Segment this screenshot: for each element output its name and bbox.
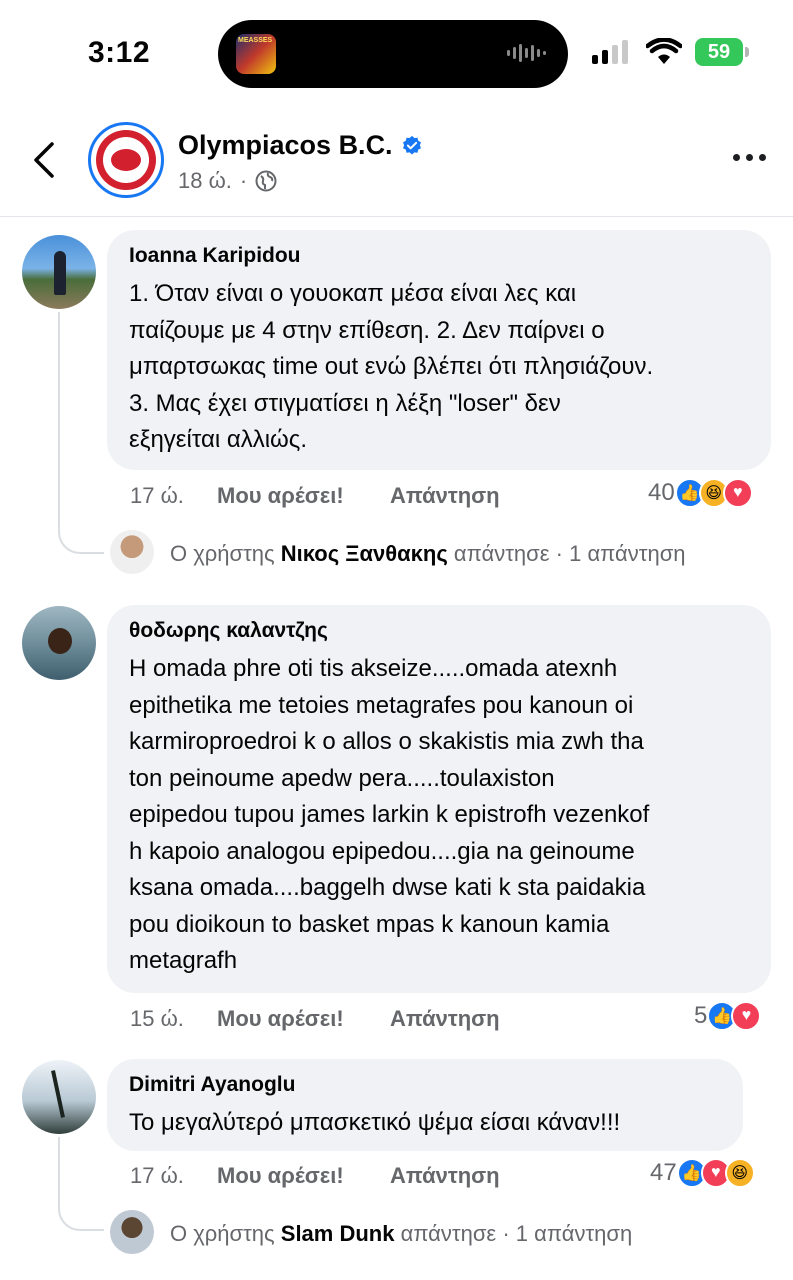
battery-tip	[745, 47, 749, 57]
meta-separator: ·	[239, 168, 248, 193]
battery-icon: 59	[695, 38, 743, 66]
comment-line: karmiroproedroi k o allos o skakistis mi…	[129, 728, 644, 755]
commenter-avatar[interactable]	[22, 235, 96, 309]
comment-author[interactable]: θοδωρης καλαντζης	[129, 619, 749, 643]
dot-icon	[759, 154, 766, 161]
replier-name: Slam Dunk	[280, 1221, 395, 1246]
comment-text: H omada phre oti tis akseize.....omada a…	[129, 651, 749, 980]
reply-verb: απάντησε	[453, 541, 550, 566]
dot-icon	[746, 154, 753, 161]
comment-line: παίζουμε με 4 στην επίθεση. 2. Δεν παίρν…	[129, 316, 605, 344]
comment-text: Το μεγαλύτερό μπασκετικό ψέμα είσαι κάνα…	[129, 1105, 721, 1142]
laughing-face-icon: 😆	[724, 1158, 755, 1188]
dynamic-island[interactable]: MEASSES	[218, 20, 568, 88]
thread-connector	[58, 1185, 104, 1231]
view-replies-link[interactable]: Ο χρήστης Νικος Ξανθακης απάντησε · 1 απ…	[170, 541, 686, 567]
comment-bubble[interactable]: Dimitri Ayanoglu Το μεγαλύτερό μπασκετικ…	[107, 1059, 743, 1151]
globe-icon	[255, 170, 277, 192]
comment-time: 15 ώ.	[130, 1006, 184, 1031]
comment-bubble[interactable]: θοδωρης καλαντζης H omada phre oti tis a…	[107, 605, 771, 993]
reactions-count: 5	[694, 1002, 708, 1029]
comment-line: pou dioikoun to basket mpas k kanoun kam…	[129, 910, 610, 938]
reply-count: 1 απάντηση	[515, 1221, 633, 1246]
view-replies-link[interactable]: Ο χρήστης Slam Dunk απάντησε · 1 απάντησ…	[170, 1221, 632, 1247]
replier-name: Νικος Ξανθακης	[280, 541, 448, 566]
commenter-avatar[interactable]	[22, 606, 96, 680]
comment-line: metagrafh	[129, 947, 238, 974]
club-logo-icon	[111, 149, 141, 171]
comment-line: h kapoio analogou epipedou....gia na gei…	[129, 837, 635, 865]
thread-connector	[58, 508, 104, 554]
reactions-count: 40	[648, 479, 675, 506]
page-name[interactable]: Olympiacos B.C.	[178, 130, 423, 161]
battery-level: 59	[707, 40, 731, 63]
comment-author[interactable]: Ioanna Karipidou	[129, 244, 749, 268]
reply-separator: ·	[555, 541, 563, 566]
thread-line	[58, 312, 60, 510]
page-name-text: Olympiacos B.C.	[178, 130, 393, 160]
reply-prefix: Ο χρήστης	[170, 541, 275, 566]
comment-line: 3. Μας έχει στιγματίσει η λέξη "loser" δ…	[129, 389, 561, 417]
person-silhouette	[54, 251, 66, 295]
reactions-summary[interactable]: 47 👍 ♥ 😆	[650, 1158, 755, 1188]
post-time: 18 ώ.	[178, 168, 232, 193]
comment-line: Το μεγαλύτερό μπασκετικό ψέμα είσαι κάνα…	[129, 1109, 621, 1136]
reply-count: 1 απάντηση	[569, 541, 686, 566]
heart-icon: ♥	[731, 1001, 762, 1031]
reactions-count: 47	[650, 1159, 677, 1186]
comment-line: H omada phre oti tis akseize.....omada a…	[129, 655, 618, 682]
audio-waveform-icon	[507, 44, 546, 62]
reply-verb: απάντησε	[400, 1221, 497, 1246]
comment-bubble[interactable]: Ioanna Karipidou 1. Όταν είναι ο γουοκαπ…	[107, 230, 771, 470]
reactions-summary[interactable]: 5 👍 ♥	[694, 1001, 762, 1031]
comment-time: 17 ώ.	[130, 483, 184, 508]
back-button[interactable]	[30, 140, 60, 185]
page-avatar[interactable]	[88, 122, 164, 198]
like-button[interactable]: Μου αρέσει!	[217, 1006, 344, 1032]
reply-button[interactable]: Απάντηση	[390, 1006, 500, 1032]
cellular-signal-icon	[592, 40, 628, 64]
heart-icon: ♥	[722, 478, 753, 508]
header-divider	[0, 216, 793, 217]
artwork-text: MEASSES	[238, 37, 273, 44]
comment-line: μπαρτσωκας time out ενώ βλέπει ότι πλησι…	[129, 353, 654, 380]
comment-line: epithetika me tetoies metagrafes pou kan…	[129, 691, 634, 719]
thread-line	[58, 1137, 60, 1187]
reply-button[interactable]: Απάντηση	[390, 483, 500, 509]
like-button[interactable]: Μου αρέσει!	[217, 1163, 344, 1189]
wifi-icon	[645, 37, 683, 71]
comment-author[interactable]: Dimitri Ayanoglu	[129, 1073, 721, 1097]
reply-separator: ·	[502, 1221, 510, 1246]
more-options-button[interactable]	[733, 154, 766, 161]
now-playing-artwork: MEASSES	[236, 34, 276, 74]
like-button[interactable]: Μου αρέσει!	[217, 483, 344, 509]
comment-time: 17 ώ.	[130, 1163, 184, 1188]
comment-line: ton peinoume apedw pera.....toulaxiston	[129, 764, 555, 792]
commenter-avatar[interactable]	[22, 1060, 96, 1134]
comment-line: ksana omada....baggelh dwse kati k sta p…	[129, 874, 646, 901]
post-meta: 18 ώ. ·	[178, 168, 277, 194]
chevron-left-icon	[34, 142, 54, 178]
palm-tree-silhouette	[51, 1070, 65, 1118]
reply-prefix: Ο χρήστης	[170, 1221, 275, 1246]
comment-line: εξηγείται αλλιώς.	[129, 426, 308, 453]
reactions-summary[interactable]: 40 👍 😆 ♥	[648, 478, 753, 508]
verified-badge-icon	[402, 135, 421, 155]
comment-line: epipedou tupou james larkin k epistrofh …	[129, 801, 650, 828]
comment-text: 1. Όταν είναι ο γουοκαπ μέσα είναι λες κ…	[129, 276, 749, 459]
replier-avatar[interactable]	[110, 1210, 154, 1254]
dot-icon	[733, 154, 740, 161]
status-time: 3:12	[88, 36, 151, 69]
comment-line: 1. Όταν είναι ο γουοκαπ μέσα είναι λες κ…	[129, 280, 577, 307]
replier-avatar[interactable]	[110, 530, 154, 574]
person-head	[48, 628, 72, 654]
reply-button[interactable]: Απάντηση	[390, 1163, 500, 1189]
